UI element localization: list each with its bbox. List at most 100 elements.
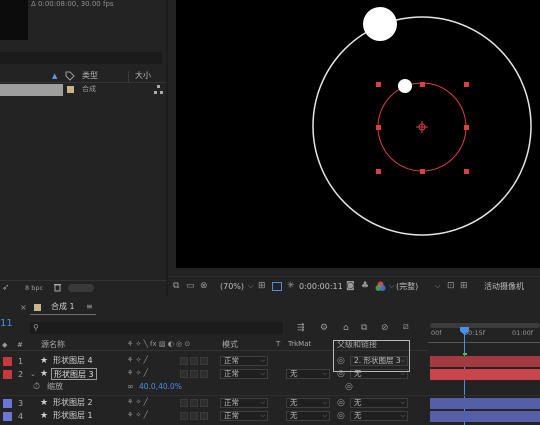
- layer-duration-bar-2[interactable]: [430, 369, 540, 380]
- draft-3d-icon[interactable]: ⚙: [320, 323, 328, 333]
- layer-duration-bar-1[interactable]: [430, 356, 540, 367]
- track-matte-dropdown[interactable]: 无 ⌵: [286, 411, 330, 421]
- label-tag-icon[interactable]: [65, 71, 75, 83]
- monitor-icon[interactable]: ▭: [186, 281, 195, 291]
- work-area-bar[interactable]: [430, 323, 540, 328]
- expression-pick-whip-icon[interactable]: ◎: [345, 382, 353, 392]
- switch-box[interactable]: [190, 412, 198, 420]
- stopwatch-icon[interactable]: ⏱: [33, 382, 40, 392]
- pick-whip-icon[interactable]: ◎: [337, 398, 345, 408]
- column-size-header[interactable]: 大小: [135, 72, 151, 80]
- transparency-grid-icon[interactable]: ⊞: [460, 281, 468, 291]
- twirl-open-icon[interactable]: ⌄: [30, 370, 36, 378]
- layer-row-4[interactable]: 4 ★ 形状图层 1 ⚘ ✧ ╱ 正常 ⌵ 无 ⌵ ◎ 无 ⌵: [0, 410, 428, 423]
- switch-box[interactable]: [200, 412, 208, 420]
- switch-box[interactable]: [200, 370, 208, 378]
- blend-mode-dropdown[interactable]: 正常 ⌵: [220, 398, 268, 408]
- blend-mode-dropdown[interactable]: 正常 ⌵: [220, 369, 268, 379]
- safe-zones-icon[interactable]: ⊞: [258, 281, 266, 291]
- motion-blur-icon[interactable]: ⊘: [381, 323, 389, 333]
- current-timecode[interactable]: 0:00:00:11: [299, 283, 343, 291]
- sort-ascending-icon[interactable]: ▲: [52, 72, 57, 80]
- chevron-down-icon[interactable]: ⌵: [389, 282, 394, 291]
- small-white-dot[interactable]: [398, 79, 412, 93]
- switch-box[interactable]: [190, 357, 198, 365]
- switch-box[interactable]: [180, 412, 188, 420]
- layer-switches[interactable]: ⚘ ✧ ╱: [127, 370, 148, 377]
- layer-switches[interactable]: ⚘ ✧ ╱: [127, 412, 148, 419]
- mask-visibility-icon[interactable]: ⊗: [200, 281, 208, 291]
- parent-dropdown[interactable]: 无 ⌵: [350, 411, 408, 421]
- switch-box[interactable]: [190, 399, 198, 407]
- frame-blending-icon[interactable]: ⧉: [361, 323, 367, 333]
- blend-mode-dropdown[interactable]: 正常 ⌵: [220, 411, 268, 421]
- layer-switches[interactable]: ⚘ ✧ ╱: [127, 399, 148, 406]
- switch-box[interactable]: [180, 370, 188, 378]
- switches-header-icons: ⚘ ✧ ╲ fx ▨ ◐ ◎ ⊙: [127, 340, 191, 348]
- layer-search-input[interactable]: ⚲: [30, 322, 283, 334]
- timecode-clock-icon[interactable]: ✳: [287, 281, 295, 291]
- layer-label-swatch[interactable]: [3, 370, 12, 379]
- layer-row-3[interactable]: 3 ★ 形状图层 2 ⚘ ✧ ╱ 正常 ⌵ 无 ⌵ ◎ 无 ⌵: [0, 397, 428, 410]
- layer-label-swatch[interactable]: [3, 357, 12, 366]
- bit-depth-label[interactable]: 8 bpc: [25, 285, 43, 292]
- layer-name[interactable]: 形状图层 2: [53, 399, 93, 407]
- switch-box[interactable]: [200, 399, 208, 407]
- composition-label-swatch[interactable]: [67, 86, 74, 93]
- layer-duration-bar-4[interactable]: [430, 411, 540, 422]
- switch-box[interactable]: [180, 357, 188, 365]
- layer-duration-bar-3[interactable]: [430, 398, 540, 409]
- switch-box[interactable]: [190, 370, 198, 378]
- composition-tab-label[interactable]: 合成 1: [51, 303, 75, 311]
- switch-box[interactable]: [180, 399, 188, 407]
- track-matte-dropdown[interactable]: 无 ⌵: [286, 369, 330, 379]
- layer-switches[interactable]: ⚘ ✧ ╱: [127, 357, 148, 364]
- time-ruler[interactable]: 00f 00:15f 01:00f: [428, 323, 540, 351]
- layer-label-swatch[interactable]: [3, 412, 12, 421]
- blend-mode-dropdown[interactable]: 正常 ⌵: [220, 356, 268, 366]
- always-preview-icon[interactable]: ⧉: [173, 281, 179, 291]
- flowchart-icon[interactable]: [154, 85, 164, 96]
- graph-editor-icon[interactable]: ⧄: [403, 322, 409, 332]
- column-type-header[interactable]: 类型: [82, 72, 98, 80]
- chevron-down-icon[interactable]: ⌵: [248, 282, 253, 291]
- pick-whip-icon[interactable]: ◎: [337, 411, 345, 421]
- layer-name[interactable]: 形状图层 3: [51, 368, 97, 380]
- constrain-proportions-icon[interactable]: ∞: [127, 382, 134, 391]
- keyframe-marker[interactable]: [463, 353, 467, 355]
- current-frame-display[interactable]: 11: [0, 319, 13, 329]
- column-trkmat-header[interactable]: TrkMat: [288, 341, 311, 348]
- trash-icon[interactable]: [53, 282, 62, 294]
- hide-shy-layers-icon[interactable]: ⌂: [343, 323, 349, 333]
- chevron-down-icon[interactable]: ⌵: [435, 282, 440, 291]
- composition-canvas[interactable]: [176, 0, 540, 268]
- switch-box[interactable]: [200, 357, 208, 365]
- project-search-bar[interactable]: [0, 52, 162, 64]
- zoom-level[interactable]: (70%): [220, 283, 244, 291]
- anchor-point-icon[interactable]: [416, 121, 428, 133]
- region-of-interest-icon[interactable]: [272, 282, 282, 291]
- show-snapshot-icon[interactable]: ♣: [361, 281, 369, 291]
- layer-number: 2: [18, 370, 24, 379]
- scale-property-value[interactable]: 40.0,40.0%: [139, 383, 182, 391]
- snapshot-camera-icon[interactable]: ◙: [346, 281, 355, 291]
- flowchart-arrow-icon[interactable]: ➶: [2, 283, 10, 293]
- layer-name[interactable]: 形状图层 1: [53, 412, 93, 420]
- column-mode-header[interactable]: 模式: [222, 341, 238, 349]
- close-icon[interactable]: ×: [20, 303, 27, 312]
- color-channels-icon[interactable]: [375, 281, 386, 294]
- project-scrollbar[interactable]: [68, 284, 94, 292]
- active-camera-view[interactable]: 活动摄像机: [484, 283, 524, 291]
- project-item-row-selected[interactable]: [0, 84, 63, 96]
- tab-menu-icon[interactable]: ≡: [86, 302, 93, 311]
- layer-name[interactable]: 形状图层 4: [53, 357, 93, 365]
- fast-previews-icon[interactable]: ⊡: [447, 281, 455, 291]
- track-matte-dropdown[interactable]: 无 ⌵: [286, 398, 330, 408]
- column-source-name-header[interactable]: 源名称: [41, 341, 65, 349]
- parent-dropdown[interactable]: 无 ⌵: [350, 398, 408, 408]
- scale-property-row[interactable]: ⏱ 缩放 ∞ 40.0,40.0% ◎: [0, 381, 428, 394]
- comp-mini-flowchart-icon[interactable]: ⇶: [297, 323, 305, 333]
- layer-label-swatch[interactable]: [3, 399, 12, 408]
- large-white-dot[interactable]: [363, 7, 397, 41]
- resolution-setting[interactable]: (完整): [396, 283, 418, 291]
